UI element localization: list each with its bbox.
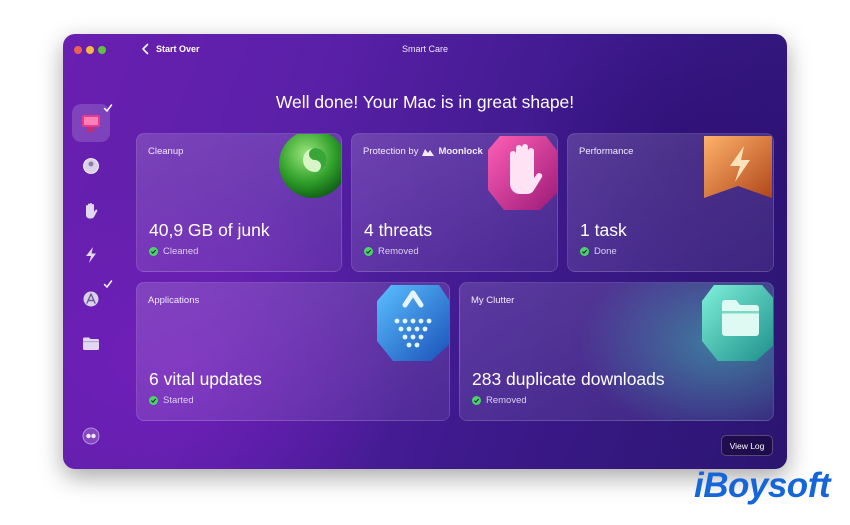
hand-icon [86, 203, 98, 219]
clutter-folder-icon [702, 285, 773, 361]
sidebar-item-protection[interactable] [72, 192, 110, 230]
monitor-icon [82, 115, 100, 132]
card-status: Cleaned [149, 246, 198, 257]
check-circle-icon [149, 396, 158, 405]
page-headline: Well done! Your Mac is in great shape! [275, 92, 575, 112]
performance-card[interactable]: Performance 1 task Done [567, 133, 774, 272]
sidebar-item-performance[interactable] [72, 236, 110, 274]
card-status: Removed [472, 395, 527, 406]
status-label: Cleaned [163, 246, 199, 257]
applications-updates-icon [377, 285, 449, 361]
app-window: Start Over Smart Care Well done! Your Ma… [63, 34, 787, 469]
iboysoft-watermark: iBoysoft [694, 466, 831, 505]
check-circle-icon [580, 247, 589, 256]
card-status: Done [580, 246, 617, 257]
card-title: My Clutter [471, 295, 515, 306]
performance-flag-icon [704, 136, 772, 198]
card-value: 283 duplicate downloads [472, 369, 665, 389]
cleanup-disc-icon [279, 134, 341, 198]
check-circle-icon [364, 247, 373, 256]
folder-icon [83, 337, 99, 350]
card-value: 6 vital updates [149, 369, 262, 389]
status-label: Removed [486, 395, 527, 406]
protection-hand-icon [488, 136, 557, 210]
sidebar-item-my-clutter[interactable] [72, 324, 110, 362]
protection-title-prefix: Protection by [363, 146, 419, 157]
checkmark-icon [103, 280, 113, 289]
protection-card[interactable]: Protection by Moonlock 4 threats Removed [351, 133, 558, 272]
status-label: Removed [378, 246, 419, 257]
cleanup-card[interactable]: Cleanup 40,9 GB of junk Cleaned [136, 133, 342, 272]
window-title: Smart Care [401, 44, 448, 54]
card-title: Protection by Moonlock [363, 146, 483, 157]
applications-card[interactable]: Applications 6 vital updates Started [136, 282, 450, 421]
applications-icon [83, 291, 99, 307]
check-circle-icon [472, 396, 481, 405]
assistant-icon [82, 427, 100, 445]
cleanup-disc-icon [83, 158, 99, 174]
my-clutter-card[interactable]: My Clutter 283 duplicate downloads Remov… [459, 282, 774, 421]
sidebar [63, 79, 121, 469]
card-value: 4 threats [364, 220, 433, 240]
lightning-icon [86, 247, 96, 263]
card-title: Performance [579, 146, 634, 157]
moonlock-logo-icon [422, 149, 435, 156]
check-circle-icon [149, 247, 158, 256]
card-status: Removed [364, 246, 419, 257]
card-value: 40,9 GB of junk [149, 220, 270, 240]
card-title: Cleanup [148, 146, 184, 157]
card-value: 1 task [580, 220, 627, 240]
status-label: Started [163, 395, 194, 406]
sidebar-assistant-button[interactable] [72, 417, 110, 455]
card-status: Started [149, 395, 194, 406]
moonlock-brand: Moonlock [438, 146, 483, 157]
view-log-button[interactable]: View Log [721, 435, 773, 456]
sidebar-item-cleanup[interactable] [72, 147, 110, 185]
card-title: Applications [148, 295, 200, 306]
status-label: Done [594, 246, 617, 257]
sidebar-item-applications[interactable] [72, 280, 113, 318]
